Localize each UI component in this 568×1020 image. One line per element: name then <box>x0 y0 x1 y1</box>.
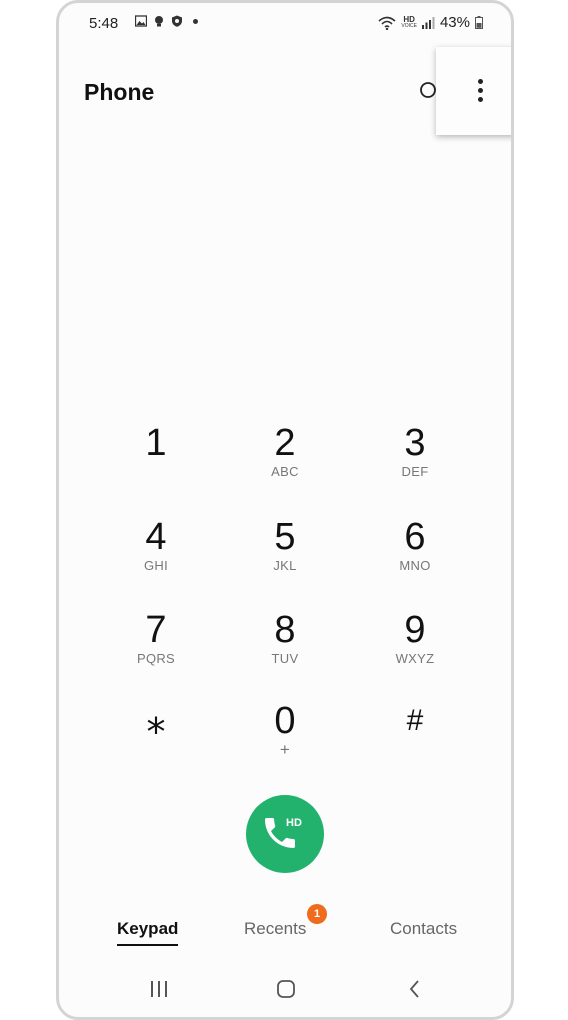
page-title: Phone <box>84 79 155 105</box>
status-icons-right: HD VOICE 43% <box>378 14 483 31</box>
hd-voice-icon: HD VOICE <box>401 14 417 29</box>
call-button[interactable]: HD <box>246 795 324 873</box>
key-digit: ⁎ <box>146 700 166 742</box>
key-hash[interactable]: # <box>360 699 470 783</box>
battery-percent: 43% <box>439 14 470 31</box>
bulb-icon <box>155 16 163 27</box>
key-letters: GHI <box>143 558 168 573</box>
tab-keypad[interactable]: Keypad <box>117 919 179 946</box>
key-9[interactable]: 9 WXYZ <box>360 608 470 692</box>
key-3[interactable]: 3 DEF <box>360 421 470 505</box>
recent-apps-icon <box>151 981 167 997</box>
screen: 5:48 HD VOICE 43% Phone 1 2 ABC 3 DEF 4 … <box>59 3 511 1017</box>
tab-label: Recents <box>244 919 307 938</box>
status-bar: 5:48 HD VOICE 43% <box>59 3 511 39</box>
key-2[interactable]: 2 ABC <box>230 421 340 505</box>
key-4[interactable]: 4 GHI <box>101 515 211 599</box>
key-0[interactable]: 0 + <box>230 699 340 783</box>
key-digit: 8 <box>274 609 296 651</box>
gallery-icon <box>135 15 147 27</box>
tab-contacts[interactable]: Contacts <box>390 919 457 939</box>
tab-label: Keypad <box>117 919 179 938</box>
key-letters: MNO <box>399 558 431 573</box>
status-time: 5:48 <box>89 15 119 32</box>
key-letters: JKL <box>273 558 297 573</box>
key-letters: TUV <box>271 651 299 666</box>
recents-count-badge: 1 <box>307 904 327 924</box>
key-letters: ABC <box>271 464 299 479</box>
key-1[interactable]: 1 <box>101 421 211 505</box>
key-digit: 7 <box>145 609 167 651</box>
key-letters: PQRS <box>136 651 176 666</box>
call-hd-label: HD <box>286 817 302 829</box>
active-tab-indicator <box>117 944 179 946</box>
key-6[interactable]: 6 MNO <box>360 515 470 599</box>
shield-icon <box>172 15 182 27</box>
home-button[interactable] <box>276 979 296 1004</box>
key-star[interactable]: ⁎ <box>101 699 211 783</box>
key-digit: 4 <box>145 516 167 558</box>
key-letters: DEF <box>401 464 429 479</box>
battery-icon <box>475 16 483 29</box>
key-5[interactable]: 5 JKL <box>230 515 340 599</box>
phone-frame: 5:48 HD VOICE 43% Phone 1 2 ABC 3 DEF 4 … <box>56 0 514 1020</box>
key-8[interactable]: 8 TUV <box>230 608 340 692</box>
key-digit: 5 <box>274 516 296 558</box>
key-digit: 9 <box>404 609 426 651</box>
tab-label: Contacts <box>390 919 458 938</box>
key-letters: + <box>279 740 291 759</box>
key-digit: 0 <box>274 700 296 742</box>
status-icons-left <box>135 15 198 27</box>
key-digit: 1 <box>145 422 167 464</box>
key-7[interactable]: 7 PQRS <box>101 608 211 692</box>
key-digit: 6 <box>404 516 426 558</box>
recent-apps-button[interactable] <box>149 979 169 1004</box>
home-icon <box>277 980 295 998</box>
tab-recents[interactable]: Recents <box>244 919 306 939</box>
back-icon <box>409 980 419 998</box>
key-digit: # <box>406 704 424 737</box>
key-digit: 3 <box>404 422 426 464</box>
more-options-button[interactable] <box>436 47 511 135</box>
notification-dot <box>193 18 198 24</box>
key-letters: WXYZ <box>395 651 435 666</box>
signal-icon <box>421 16 435 29</box>
more-options-icon <box>472 79 488 105</box>
wifi-icon <box>378 16 396 30</box>
back-button[interactable] <box>405 979 425 1004</box>
key-digit: 2 <box>274 422 296 464</box>
